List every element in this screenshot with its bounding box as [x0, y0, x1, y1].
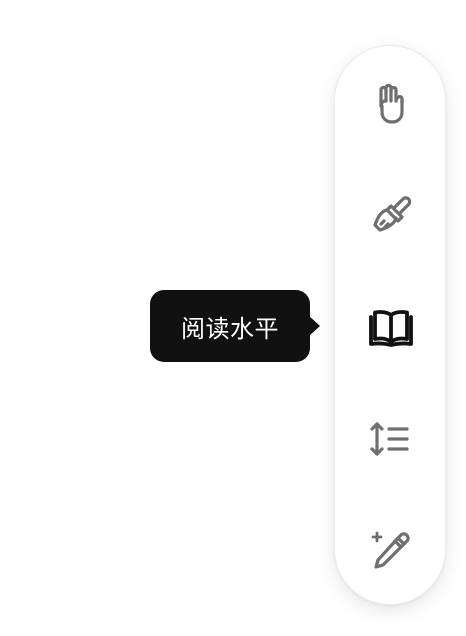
hand-tool-button[interactable] — [363, 75, 419, 131]
line-spacing-button[interactable] — [363, 411, 419, 467]
brush-tool-button[interactable] — [363, 187, 419, 243]
tooltip-arrow — [308, 315, 320, 337]
book-open-icon — [369, 310, 413, 347]
reading-level-button[interactable] — [363, 299, 419, 355]
canvas: 阅读水平 — [0, 0, 466, 636]
line-height-icon — [370, 422, 409, 456]
magic-pen-icon — [371, 531, 410, 569]
hand-icon — [379, 83, 404, 124]
magic-edit-button[interactable] — [363, 523, 419, 579]
tooltip-reading-level: 阅读水平 — [150, 290, 310, 362]
tooltip-label: 阅读水平 — [181, 314, 279, 343]
side-toolbar — [334, 45, 446, 605]
brush-icon — [373, 196, 412, 232]
